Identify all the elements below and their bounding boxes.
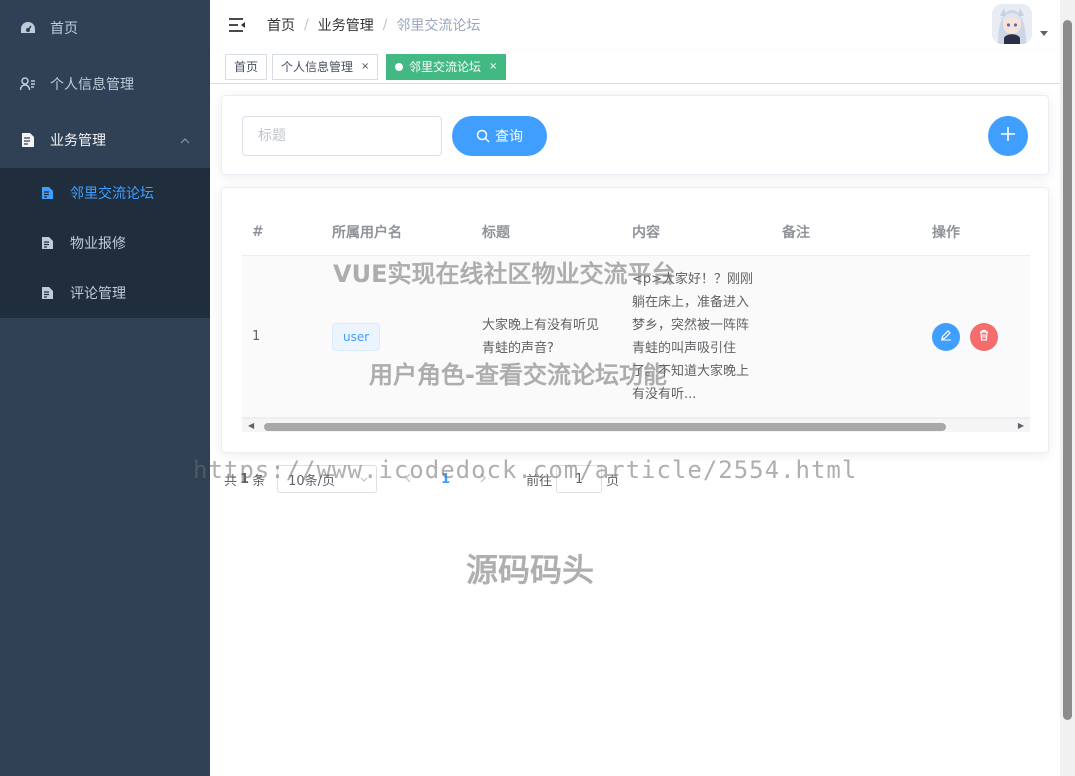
- cell-username: user: [322, 322, 472, 351]
- cell-title: 大家晚上有没有听见 青蛙的声音?: [472, 314, 622, 360]
- scrollbar-thumb[interactable]: [264, 423, 946, 431]
- sidebar-item-label: 邻里交流论坛: [70, 186, 154, 202]
- breadcrumb-separator: /: [382, 17, 388, 33]
- content-line: 梦乡，突然被一阵阵: [632, 317, 750, 333]
- sidebar-item-label: 首页: [50, 21, 78, 37]
- goto-suffix: 页: [606, 473, 620, 489]
- tag-label: 个人信息管理: [281, 60, 354, 74]
- close-icon[interactable]: ×: [361, 55, 369, 79]
- table-row[interactable]: 1 user 大家晚上有没有听见 青蛙的声音? <p>大家好！？刚刚 躺在床上，…: [242, 256, 1030, 418]
- page-size-value: 10条/页: [288, 473, 336, 489]
- goto-page-input[interactable]: [556, 465, 603, 493]
- hamburger-icon[interactable]: [227, 15, 247, 35]
- goto-prefix: 前往: [526, 473, 553, 489]
- document-icon: [40, 236, 54, 250]
- content-line: 青蛙的叫声吸引住: [632, 340, 737, 356]
- sidebar-item-forum[interactable]: 邻里交流论坛: [0, 168, 210, 218]
- breadcrumb-item-home[interactable]: 首页: [267, 15, 295, 35]
- chevron-down-icon: [360, 474, 368, 485]
- prev-page-icon[interactable]: [405, 472, 411, 486]
- next-page-icon[interactable]: [480, 472, 487, 486]
- chevron-up-icon: [180, 133, 190, 147]
- sidebar-item-label: 物业报修: [70, 236, 126, 252]
- submenu-business: 邻里交流论坛 物业报修 评论管理: [0, 168, 210, 318]
- tag-forum[interactable]: 邻里交流论坛 ×: [386, 54, 507, 80]
- sidebar: 首页 个人信息管理 业务管理 邻里交流论坛 物业报修 评论管理: [0, 0, 210, 776]
- sidebar-item-profile[interactable]: 个人信息管理: [0, 56, 210, 112]
- tag-home[interactable]: 首页: [225, 54, 268, 80]
- cell-actions: [922, 322, 1030, 351]
- query-button[interactable]: 查询: [452, 116, 547, 156]
- content-line: <p>大家好！？刚刚: [632, 271, 754, 287]
- content-line: 了。不知道大家晚上: [632, 363, 750, 379]
- user-info-icon: [20, 76, 36, 92]
- table-header: # 所属用户名 标题 内容 备注 操作: [242, 208, 1030, 256]
- header-index: #: [252, 223, 264, 240]
- document-icon: [40, 286, 54, 300]
- breadcrumb: 首页 / 业务管理 / 邻里交流论坛: [267, 15, 480, 35]
- title-line: 大家晚上有没有听见: [482, 317, 600, 333]
- title-search-input[interactable]: [242, 116, 442, 156]
- page-number[interactable]: 1: [441, 472, 450, 487]
- title-line: 青蛙的声音?: [482, 340, 554, 356]
- table-card: # 所属用户名 标题 内容 备注 操作 1 user 大家晚上有没有听见 青蛙的…: [221, 187, 1049, 453]
- trash-icon: [978, 329, 990, 345]
- search-icon: [476, 129, 490, 143]
- document-icon: [40, 186, 54, 200]
- header-remark: 备注: [782, 224, 810, 241]
- breadcrumb-item-current: 邻里交流论坛: [396, 18, 481, 34]
- total-count: 1: [240, 471, 250, 487]
- scrollbar-thumb[interactable]: [1063, 20, 1072, 720]
- close-icon[interactable]: ×: [489, 55, 497, 79]
- scroll-left-icon[interactable]: ◀: [248, 421, 254, 430]
- data-table: # 所属用户名 标题 内容 备注 操作 1 user 大家晚上有没有听见 青蛙的…: [242, 208, 1030, 418]
- tag-profile[interactable]: 个人信息管理 ×: [272, 54, 379, 80]
- sidebar-item-repair[interactable]: 物业报修: [0, 218, 210, 268]
- add-button[interactable]: [988, 116, 1028, 156]
- edit-icon: [940, 329, 952, 345]
- navbar: 首页 / 业务管理 / 邻里交流论坛: [210, 0, 1060, 50]
- scroll-right-icon[interactable]: ▶: [1018, 421, 1024, 430]
- user-dropdown[interactable]: [992, 4, 1048, 44]
- header-content: 内容: [632, 224, 660, 241]
- tag-label: 邻里交流论坛: [409, 60, 482, 74]
- plus-icon: [1000, 126, 1016, 146]
- sidebar-item-comments[interactable]: 评论管理: [0, 268, 210, 318]
- avatar[interactable]: [992, 4, 1032, 44]
- header-title: 标题: [482, 224, 510, 241]
- breadcrumb-separator: /: [304, 17, 309, 33]
- search-card: 查询: [221, 95, 1049, 175]
- page-size-select[interactable]: 10条/页: [277, 465, 378, 493]
- total-prefix: 共: [224, 473, 238, 489]
- pagination: 共 1 条 10条/页 1 前往 页: [224, 465, 619, 493]
- vertical-scrollbar[interactable]: [1060, 0, 1075, 776]
- content-line: 有没有听...: [632, 386, 697, 402]
- active-dot: [395, 63, 403, 71]
- cell-index: 1: [252, 329, 261, 344]
- main-content: 查询 # 所属用户名 标题 内容 备注 操作 1 user: [210, 84, 1060, 776]
- content-line: 躺在床上，准备进入: [632, 294, 750, 310]
- delete-button[interactable]: [970, 322, 998, 351]
- tags-view: 首页 个人信息管理 × 邻里交流论坛 ×: [210, 50, 1060, 84]
- breadcrumb-item-business[interactable]: 业务管理: [318, 15, 374, 35]
- header-username: 所属用户名: [332, 224, 402, 241]
- cell-content: <p>大家好！？刚刚 躺在床上，准备进入 梦乡，突然被一阵阵 青蛙的叫声吸引住 …: [622, 268, 772, 406]
- sidebar-item-business[interactable]: 业务管理: [0, 112, 210, 168]
- edit-button[interactable]: [932, 322, 960, 351]
- sidebar-item-home[interactable]: 首页: [0, 0, 210, 56]
- horizontal-scrollbar[interactable]: ◀ ▶: [242, 418, 1030, 432]
- business-icon: [20, 132, 36, 148]
- sidebar-item-label: 个人信息管理: [50, 77, 134, 93]
- header-actions: 操作: [932, 224, 960, 241]
- tag-label: 首页: [234, 60, 259, 74]
- sidebar-item-label: 评论管理: [70, 286, 126, 302]
- query-button-label: 查询: [495, 128, 523, 144]
- total-suffix: 条: [252, 473, 266, 489]
- caret-down-icon[interactable]: [1040, 28, 1048, 39]
- user-tag: user: [332, 322, 381, 351]
- sidebar-item-label: 业务管理: [50, 133, 106, 149]
- dashboard-icon: [20, 20, 36, 36]
